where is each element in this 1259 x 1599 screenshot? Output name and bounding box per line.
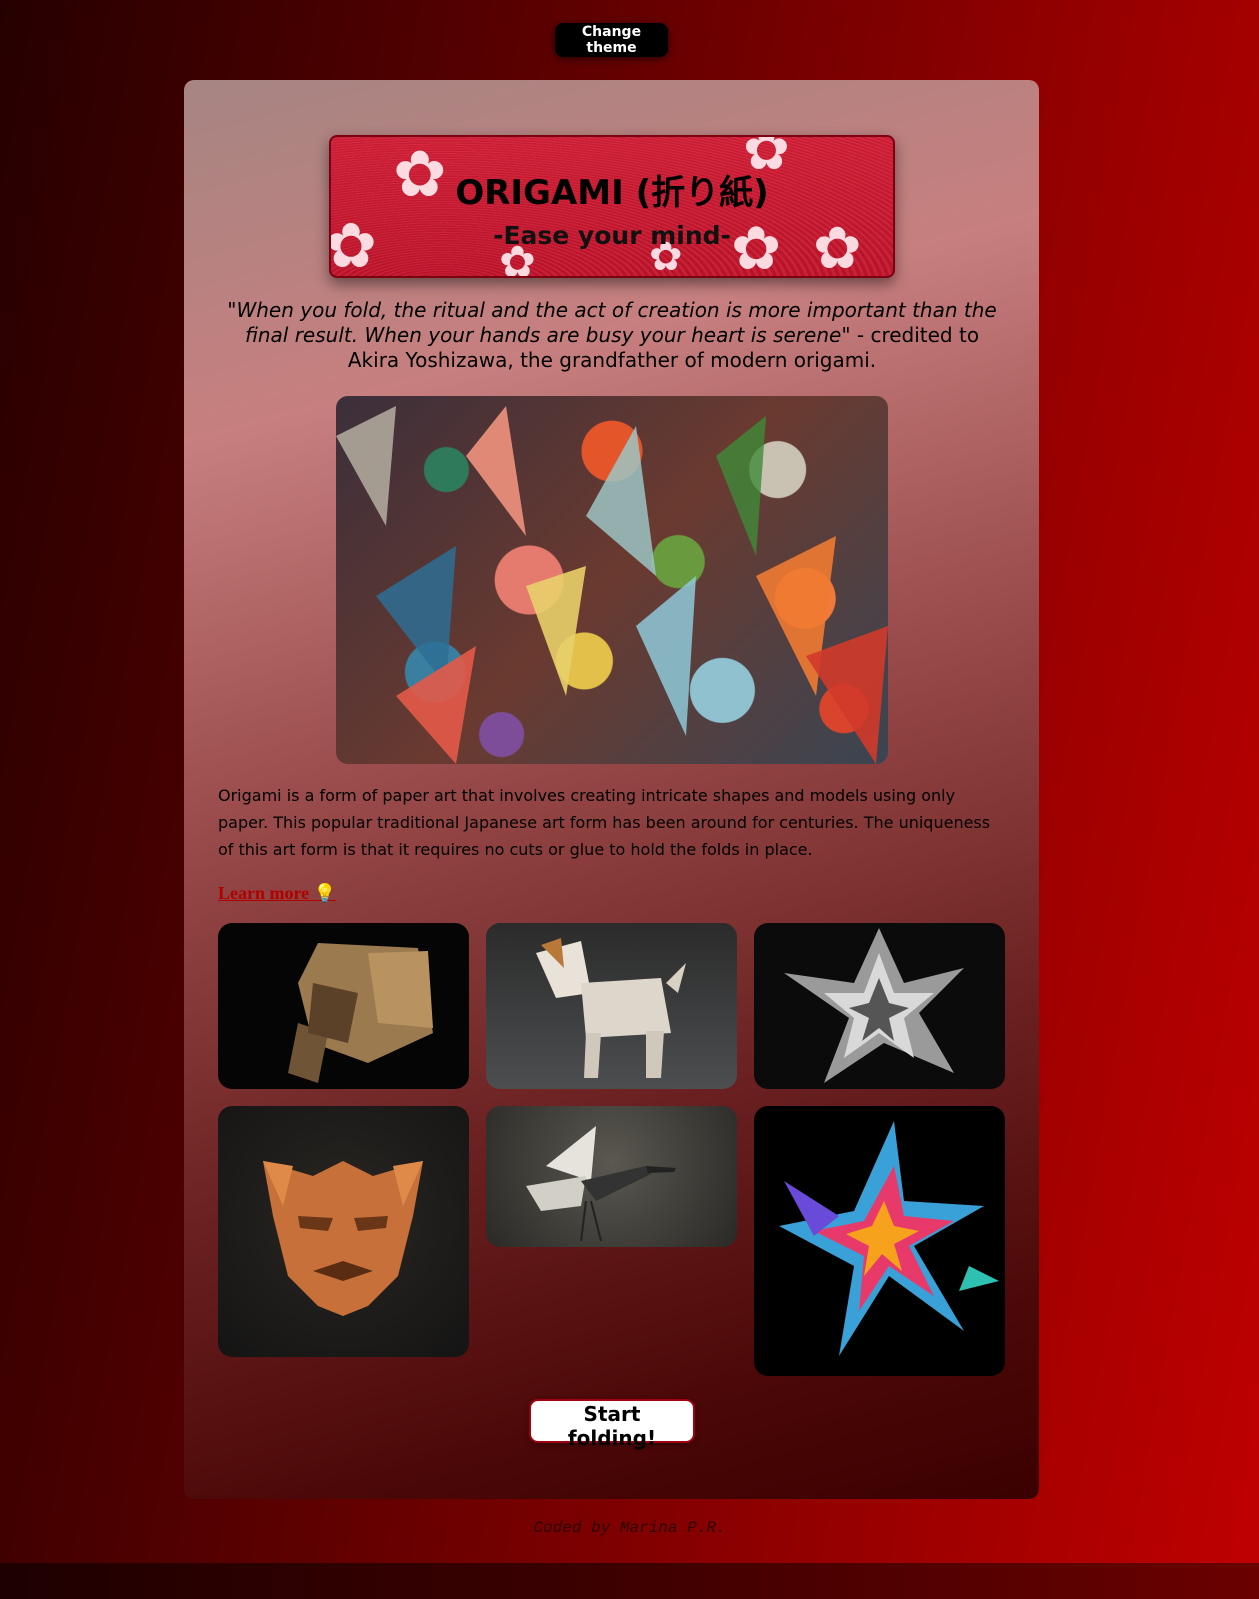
gallery-image-crane [486, 1106, 737, 1247]
learn-more-link[interactable]: Learn more 💡 [218, 883, 336, 904]
main-card: ✿ ✿ ✿ ✿ ✿ ✿ ✿ ORIGAMI (折り紙) -Ease your m… [184, 80, 1039, 1499]
description-text: Origami is a form of paper art that invo… [218, 786, 991, 859]
quote-block: "When you fold, the ritual and the act o… [222, 298, 1002, 373]
gallery-image-mask [218, 1106, 469, 1357]
skull-illustration [288, 943, 433, 1083]
cranes-illustration [336, 406, 888, 764]
title-banner: ✿ ✿ ✿ ✿ ✿ ✿ ✿ ORIGAMI (折り紙) -Ease your m… [329, 135, 895, 278]
modular-star-illustration [779, 1121, 999, 1356]
dog-illustration [536, 938, 686, 1078]
gallery-image-modular-star [754, 1106, 1005, 1376]
hero-image-cranes [336, 396, 888, 764]
page-title: ORIGAMI (折り紙) [455, 173, 769, 213]
crane-illustration [526, 1126, 676, 1242]
gallery-image-skull [218, 923, 469, 1089]
mask-illustration [263, 1161, 423, 1316]
gallery-image-star-polyhedron [754, 923, 1005, 1089]
page-subtitle: -Ease your mind- [493, 221, 731, 250]
footer-credit: Coded by Marina P.R. [533, 1519, 726, 1537]
gallery-image-dog [486, 923, 737, 1089]
change-theme-button[interactable]: Change theme [555, 23, 668, 57]
bottom-strip [0, 1563, 1259, 1599]
star-polyhedron-illustration [784, 928, 964, 1083]
start-folding-button[interactable]: Start folding! [529, 1399, 695, 1450]
